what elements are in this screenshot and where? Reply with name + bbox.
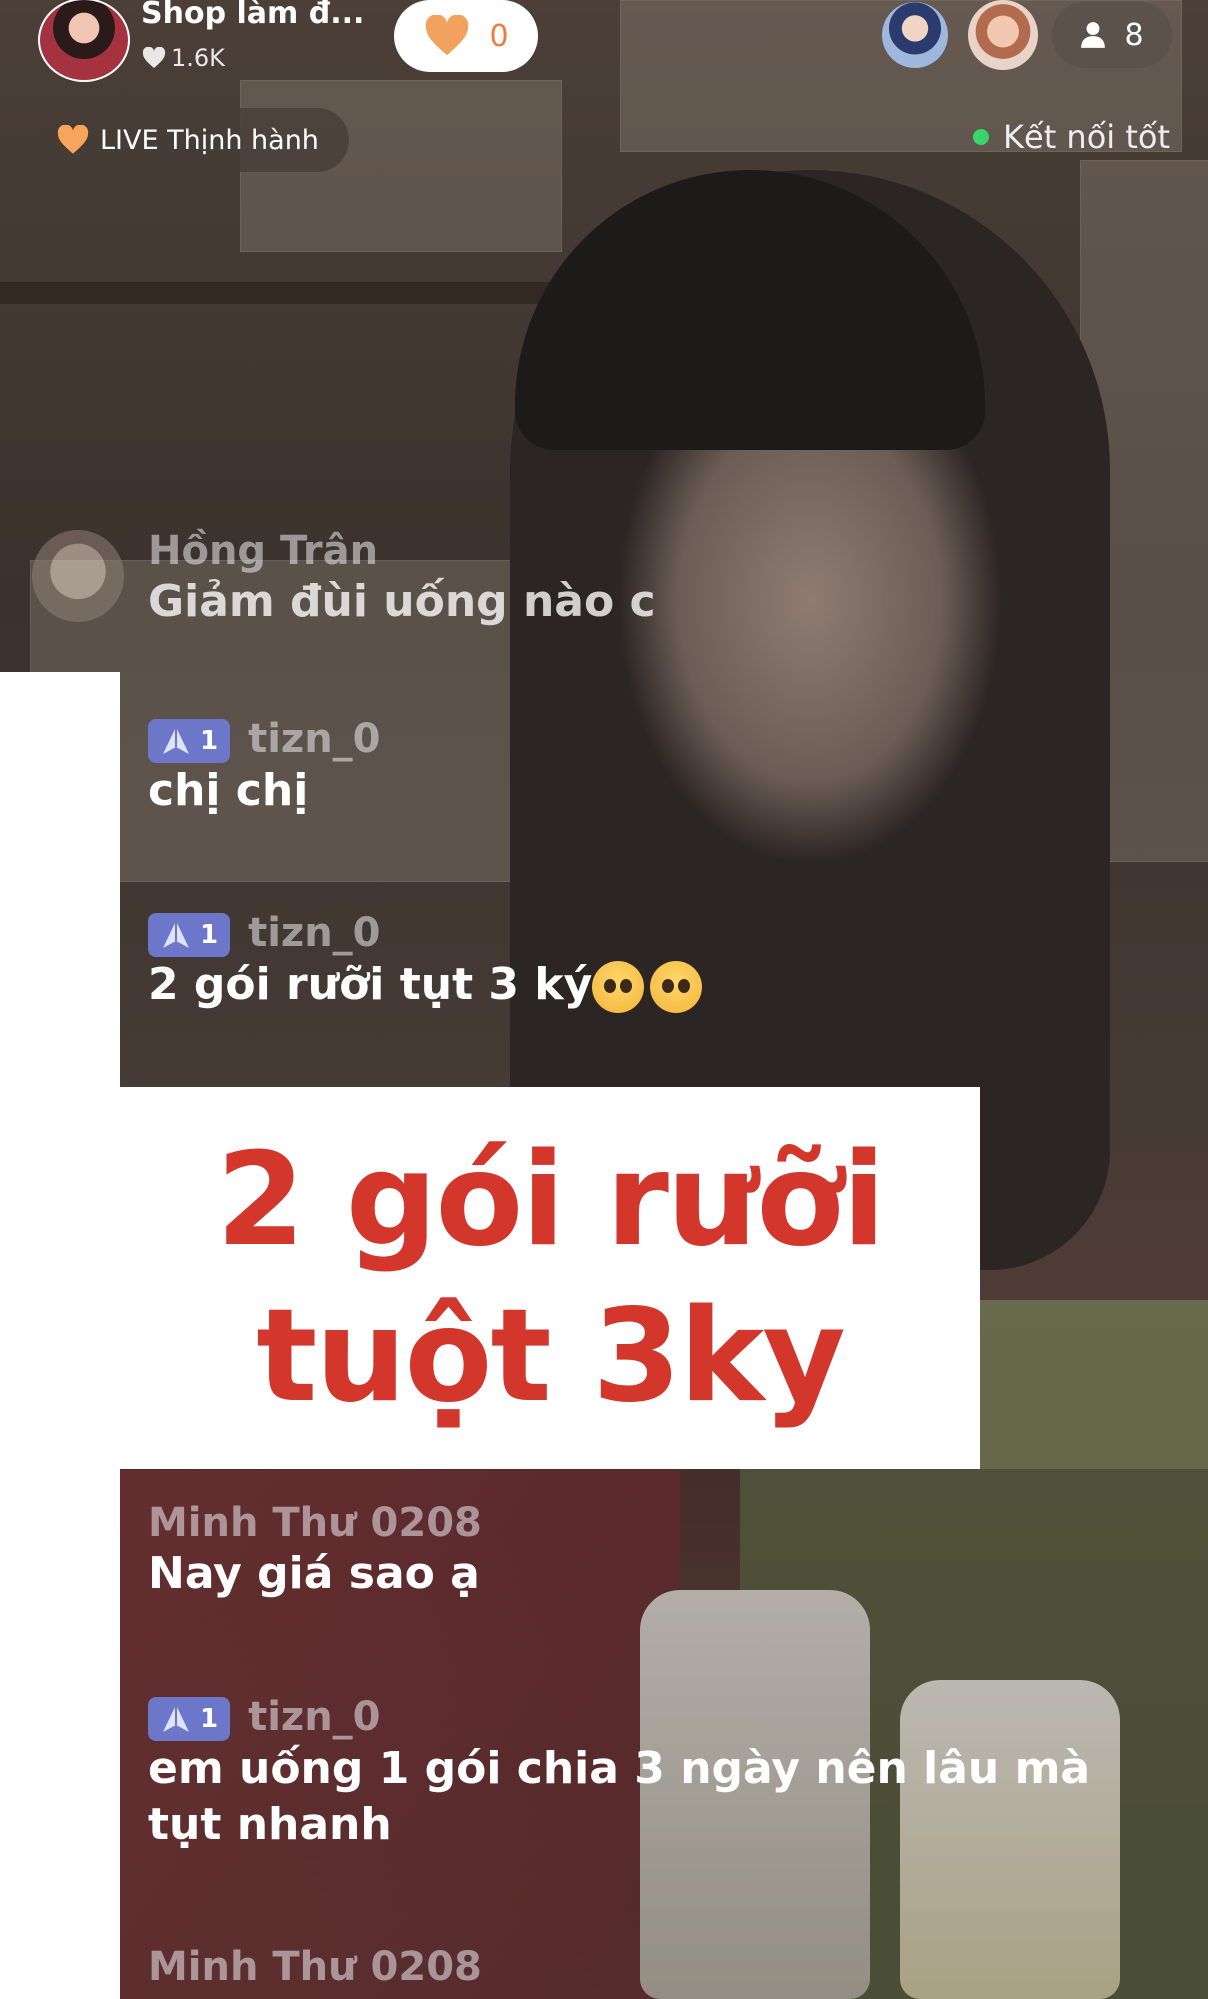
viewer-count-button[interactable]: 8 [1052, 2, 1172, 68]
comment-text-line-1: em uống 1 gói chia 3 ngày nên lâu mà [148, 1743, 1091, 1794]
connection-label: Kết nối tốt [1003, 118, 1170, 156]
white-side-panel [0, 672, 120, 1999]
comment-text: Giảm đùi uống nào c [148, 576, 656, 627]
shop-avatar[interactable] [38, 0, 130, 82]
level-badge-number: 1 [200, 920, 219, 950]
level-badge: 1 [148, 719, 231, 763]
heart-icon [57, 125, 89, 154]
commenter-line: 1 tizn_0 [148, 1694, 1090, 1741]
commenter-line: 1 tizn_0 [148, 716, 381, 763]
trending-badge[interactable]: LIVE Thịnh hành [40, 108, 349, 172]
viewer-avatar[interactable] [968, 0, 1038, 70]
follow-count: 0 [489, 18, 509, 54]
connection-status: Kết nối tốt [973, 118, 1170, 156]
level-badge: 1 [148, 913, 231, 957]
heart-icon [426, 15, 469, 56]
comment-text: 2 gói rưỡi tụt 3 ký [148, 959, 593, 1010]
heart-icon [142, 47, 166, 68]
level-badge: 1 [148, 1697, 231, 1741]
comment-text: Nay giá sao ạ [148, 1548, 480, 1599]
connection-dot-icon [973, 129, 990, 145]
pleading-face-emoji-icon [650, 961, 703, 1013]
caption-overlay-card: 2 gói rưỡi tuột 3ky [120, 1087, 980, 1469]
viewer-avatar[interactable] [882, 2, 948, 68]
level-badge-number: 1 [200, 1704, 219, 1734]
viewer-count-value: 8 [1124, 17, 1144, 53]
comment-text-line-2: tụt nhanh [148, 1799, 392, 1850]
commenter-name: Minh Thư 0208 [148, 1500, 482, 1546]
caption-line-2: tuột 3ky [256, 1282, 846, 1431]
commenter-name: Hồng Trân [148, 528, 379, 574]
shop-name[interactable]: Shop làm đ... [141, 0, 364, 31]
chat-comment: Minh Thư 0208 [148, 1944, 482, 1990]
follow-button[interactable]: 0 [394, 0, 538, 72]
level-triangle-icon [163, 1705, 189, 1732]
commenter-line: 1 tizn_0 [148, 910, 702, 957]
commenter-name: tizn_0 [248, 716, 381, 762]
chat-comment: 1 tizn_0 2 gói rưỡi tụt 3 ký [148, 910, 703, 1013]
commenter-name: tizn_0 [248, 1694, 381, 1740]
pleading-face-emoji-icon [592, 961, 645, 1013]
likes-count: 1.6K [141, 44, 225, 72]
person-icon [1081, 22, 1106, 48]
likes-value: 1.6K [171, 44, 225, 72]
chat-comment: 1 tizn_0 chị chị [148, 716, 381, 819]
chat-comment: Hồng Trân Giảm đùi uống nào c [148, 528, 656, 630]
commenter-name: tizn_0 [248, 910, 381, 956]
level-badge-number: 1 [200, 726, 219, 756]
chat-comment: 1 tizn_0 em uống 1 gói chia 3 ngày nên l… [148, 1694, 1090, 1853]
commenter-name: Minh Thư 0208 [148, 1944, 482, 1990]
comment-text-line: 2 gói rưỡi tụt 3 ký [148, 957, 703, 1013]
shelf-plank [0, 282, 560, 304]
commenter-avatar [32, 530, 124, 622]
level-triangle-icon [163, 921, 189, 948]
chat-comment: Minh Thư 0208 Nay giá sao ạ [148, 1500, 482, 1602]
caption-line-1: 2 gói rưỡi [216, 1126, 886, 1275]
level-triangle-icon [163, 727, 189, 754]
trending-label: LIVE Thịnh hành [100, 124, 319, 156]
comment-text: chị chị [148, 765, 309, 816]
